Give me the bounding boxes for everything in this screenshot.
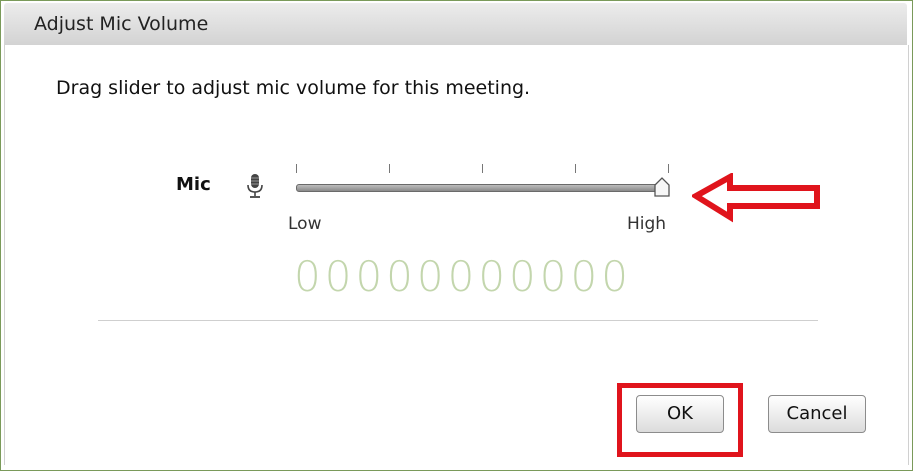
volume-level-meter: 00000000000	[294, 252, 632, 301]
divider	[98, 320, 818, 321]
dialog-titlebar[interactable]: Adjust Mic Volume	[4, 3, 907, 46]
microphone-icon	[247, 174, 263, 198]
mic-label: Mic	[176, 174, 211, 195]
slider-high-label: High	[627, 214, 667, 234]
dialog-title: Adjust Mic Volume	[34, 13, 209, 35]
instruction-text: Drag slider to adjust mic volume for thi…	[56, 77, 531, 99]
slider-track[interactable]	[296, 184, 664, 192]
mic-volume-slider[interactable]	[290, 160, 674, 210]
slider-tick	[482, 164, 483, 173]
left-arrow-annotation-icon	[692, 173, 820, 223]
slider-low-label: Low	[288, 214, 322, 234]
slider-tick	[575, 164, 576, 173]
slider-tick	[296, 164, 297, 173]
cancel-button[interactable]: Cancel	[768, 395, 866, 433]
slider-tick	[389, 164, 390, 173]
slider-tick	[668, 164, 669, 173]
slider-thumb[interactable]	[654, 177, 670, 197]
ok-button-highlight-annotation	[617, 383, 743, 457]
